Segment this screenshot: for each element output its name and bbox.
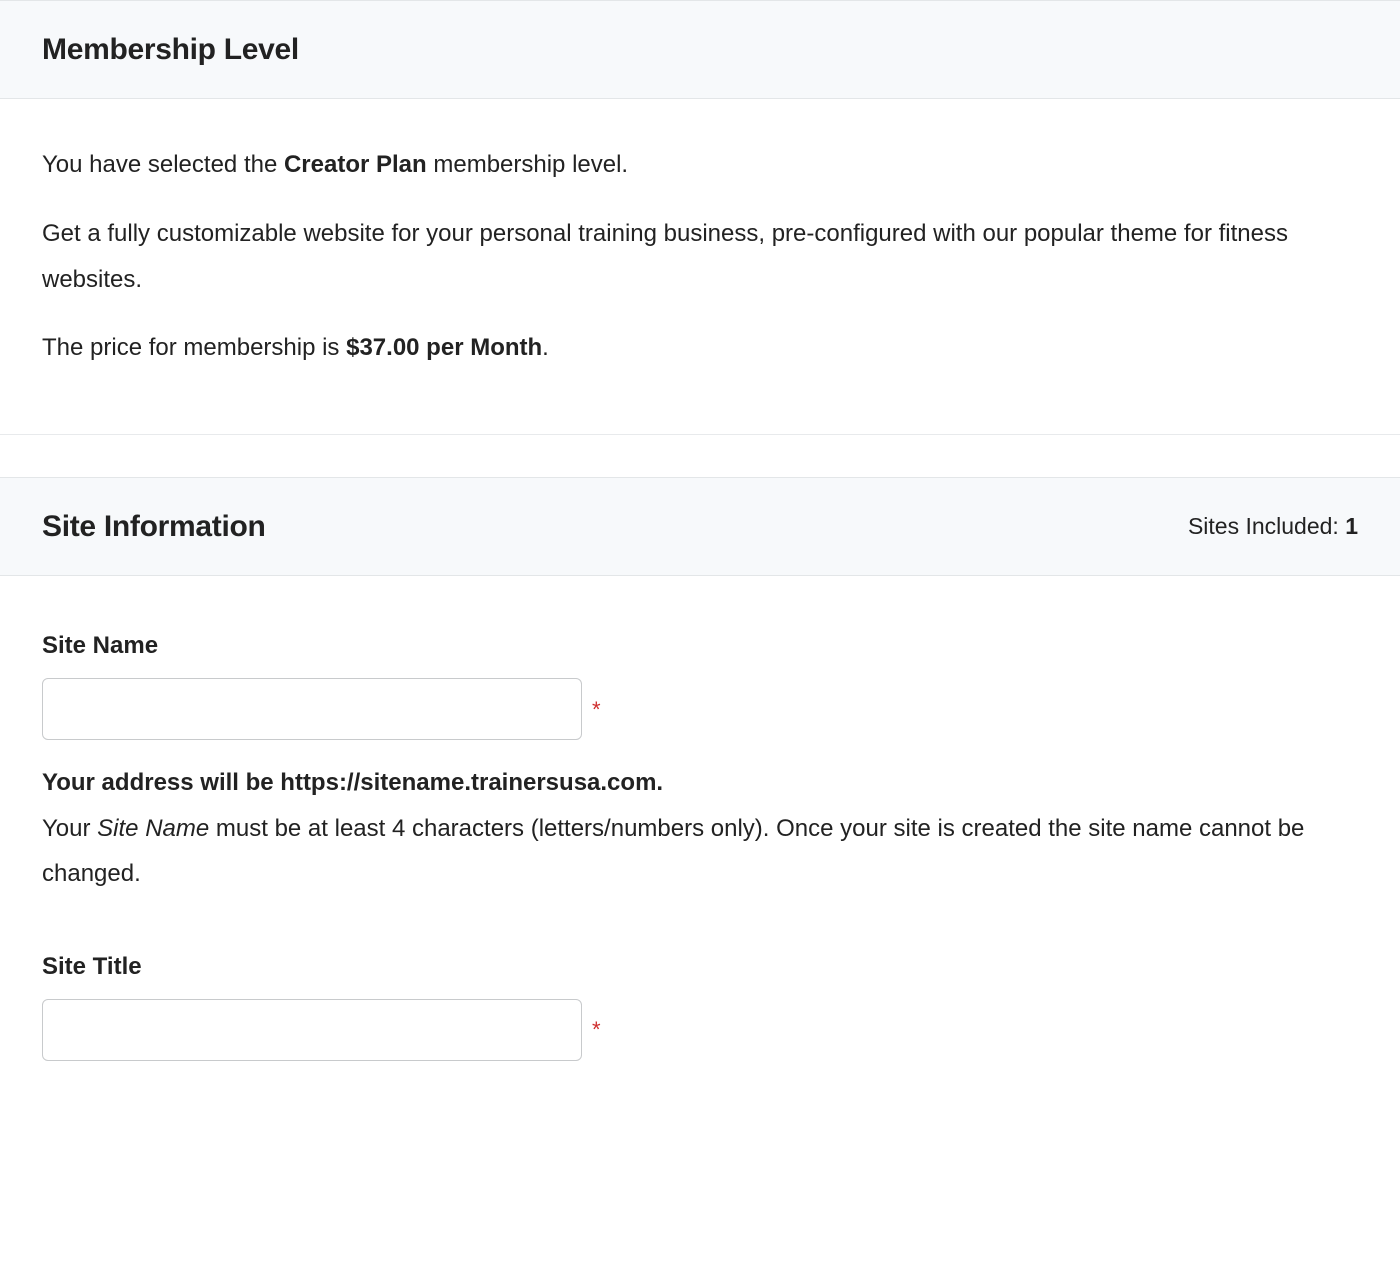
- site-name-help-bold: Your address will be https://sitename.tr…: [42, 760, 1358, 806]
- site-name-help: Your address will be https://sitename.tr…: [42, 760, 1358, 897]
- site-name-help-b: must be at least 4 characters (letters/n…: [42, 815, 1304, 888]
- site-name-help-italic: Site Name: [97, 815, 209, 842]
- required-asterisk-icon: *: [592, 1013, 601, 1046]
- sites-included-count: 1: [1345, 513, 1358, 539]
- site-name-help-a: Your: [42, 815, 97, 842]
- selected-plan-name: Creator Plan: [284, 151, 427, 178]
- site-name-input[interactable]: [42, 678, 582, 740]
- selected-plan-text: You have selected the Creator Plan membe…: [42, 147, 1358, 183]
- selected-plan-suffix: membership level.: [427, 151, 628, 178]
- site-information-header: Site Information Sites Included: 1: [0, 477, 1400, 576]
- site-name-help-line2: Your Site Name must be at least 4 charac…: [42, 806, 1358, 897]
- membership-level-header: Membership Level: [0, 0, 1400, 99]
- sites-included-text: Sites Included: 1: [1188, 509, 1358, 544]
- price-suffix: .: [542, 334, 549, 361]
- price-prefix: The price for membership is: [42, 334, 346, 361]
- selected-plan-prefix: You have selected the: [42, 151, 284, 178]
- site-information-heading: Site Information: [42, 504, 266, 549]
- membership-price-text: The price for membership is $37.00 per M…: [42, 330, 1358, 366]
- membership-level-heading: Membership Level: [42, 27, 299, 72]
- site-name-field: Site Name * Your address will be https:/…: [30, 576, 1370, 897]
- price-value: $37.00 per Month: [346, 334, 542, 361]
- site-title-label: Site Title: [42, 949, 1358, 985]
- required-asterisk-icon: *: [592, 693, 601, 726]
- site-title-input[interactable]: [42, 999, 582, 1061]
- sites-included-label: Sites Included:: [1188, 513, 1345, 539]
- membership-description: Get a fully customizable website for you…: [42, 211, 1358, 302]
- site-name-label: Site Name: [42, 628, 1358, 664]
- site-title-field: Site Title *: [30, 897, 1370, 1061]
- membership-level-content: You have selected the Creator Plan membe…: [30, 99, 1370, 366]
